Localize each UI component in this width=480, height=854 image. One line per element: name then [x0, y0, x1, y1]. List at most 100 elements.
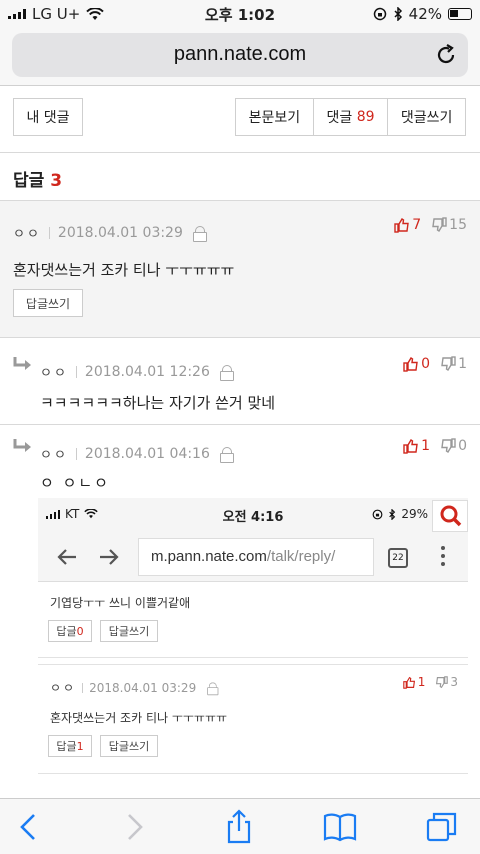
- reply2-meta: ㅇㅇ 2018.04.01 04:16: [40, 444, 234, 463]
- reply2-text: ㅇ ㅇㄴㅇ: [40, 474, 110, 492]
- battery-icon: [448, 8, 472, 20]
- embedded-down-count: 3: [450, 675, 458, 689]
- divider: [0, 152, 480, 153]
- reply1-votes: 0 1: [403, 356, 467, 372]
- embedded-battery: 29%: [401, 507, 428, 521]
- reply1-author[interactable]: ㅇㅇ: [40, 362, 68, 381]
- separator: [75, 365, 77, 378]
- thumbs-up-icon: [403, 439, 418, 454]
- embedded-comment-2: ㅇㅇ 2018.04.01 03:29 1 3 혼자댓쓰는거 조카 티나 ㅜㅜㅠ…: [38, 664, 468, 774]
- search-icon: [440, 505, 462, 527]
- bluetooth-icon: [394, 7, 402, 21]
- embedded-write-button: 답글쓰기: [100, 620, 158, 642]
- address-bar[interactable]: pann.nate.com: [12, 33, 468, 77]
- upvote-button[interactable]: 7: [394, 217, 421, 233]
- upvote-count: 7: [412, 217, 422, 233]
- downvote-count: 0: [458, 438, 467, 454]
- status-bar: LG U+ 오후 1:02 42%: [0, 0, 480, 28]
- thumbs-down-icon: [441, 356, 456, 371]
- tabs-icon[interactable]: [424, 809, 460, 845]
- comment-meta: ㅇㅇ 2018.04.01 03:29: [13, 223, 207, 242]
- forward-icon[interactable]: [117, 809, 153, 845]
- thumbs-down-icon: [441, 438, 456, 453]
- address-url[interactable]: pann.nate.com: [12, 43, 468, 66]
- embedded-meta: ㅇㅇ 2018.04.01 03:29: [50, 679, 219, 696]
- view-post-button[interactable]: 본문보기: [236, 99, 314, 135]
- back-icon[interactable]: [10, 809, 46, 845]
- embedded-reply-label: 답글: [56, 740, 77, 753]
- divider: [0, 424, 480, 425]
- my-comments-button[interactable]: 내 댓글: [13, 98, 83, 136]
- replies-heading: 답글 3: [13, 166, 62, 191]
- reply2-votes: 1 0: [403, 438, 467, 454]
- downvote: 3: [435, 675, 458, 689]
- embedded-comment-text: 기엽당ㅜㅜ 쓰니 이쁠거같애: [50, 596, 191, 610]
- thumbs-up-icon: [402, 676, 415, 689]
- back-arrow-icon: [57, 549, 76, 565]
- more-menu-icon: [441, 546, 445, 568]
- reply-arrow-icon: [13, 357, 31, 370]
- upvote-count: 0: [421, 356, 431, 372]
- embedded-url-host: m.pann.nate.com: [151, 548, 267, 565]
- embedded-url-path: /talk/reply/: [266, 548, 336, 565]
- embedded-date: 2018.04.01 03:29: [89, 680, 197, 695]
- embedded-url: m.pann.nate.com/talk/reply/: [138, 538, 374, 576]
- orientation-lock-icon: [372, 509, 383, 519]
- orientation-lock-icon: [373, 7, 386, 21]
- embedded-write-button: 답글쓰기: [100, 735, 158, 757]
- comment-tab-group: 본문보기 댓글 89 댓글쓰기: [235, 98, 466, 136]
- bookmarks-icon[interactable]: [322, 809, 358, 845]
- embedded-up-count: 1: [417, 675, 426, 689]
- embedded-votes: 1 3: [402, 675, 458, 689]
- lock-icon: [207, 681, 219, 695]
- upvote: 1: [402, 675, 426, 689]
- thumbs-up-icon: [403, 357, 418, 372]
- reply1-text: ㅋㅋㅋㅋㅋㅋ하나는 자기가 쓴거 맞네: [40, 394, 276, 412]
- separator: [82, 682, 84, 693]
- comment-text: 혼자댓쓰는거 조카 티나 ㅜㅜㅠㅠㅠ: [13, 261, 235, 279]
- embedded-reply-button: 답글 0: [48, 620, 92, 642]
- embedded-comment2-text: 혼자댓쓰는거 조카 티나 ㅜㅜㅠㅠㅠ: [50, 711, 228, 725]
- lock-icon: [192, 225, 207, 242]
- thumbs-up-icon: [394, 218, 410, 233]
- lock-icon: [219, 446, 234, 463]
- thumbs-down-icon: [436, 675, 449, 688]
- embedded-reply-count: 1: [76, 739, 84, 753]
- share-icon[interactable]: [221, 809, 257, 845]
- embedded-browser-chrome: m.pann.nate.com/talk/reply/ 22: [38, 532, 468, 582]
- battery-percent: 42%: [408, 5, 442, 23]
- write-comment-button[interactable]: 댓글쓰기: [388, 99, 465, 135]
- separator: [48, 226, 50, 239]
- thumbs-down-icon: [432, 217, 447, 232]
- embedded-status-bar: KT 오전 4:16 29%: [38, 498, 468, 532]
- main-comment: ㅇㅇ 2018.04.01 03:29 7 15 혼자댓쓰는거 조카 티나 ㅜㅜ…: [0, 200, 480, 338]
- write-reply-button[interactable]: 답글쓰기: [13, 289, 83, 317]
- downvote-button[interactable]: 1: [440, 356, 467, 372]
- downvote-count: 1: [458, 356, 467, 372]
- comments-tab-label: 댓글: [326, 110, 353, 126]
- browser-chrome: pann.nate.com: [0, 28, 480, 86]
- embedded-reply-label: 답글: [56, 625, 77, 638]
- downvote-button[interactable]: 0: [440, 438, 467, 454]
- bottom-toolbar: [0, 798, 480, 854]
- embedded-comment: 기엽당ㅜㅜ 쓰니 이쁠거같애 답글 0 답글쓰기: [38, 582, 468, 658]
- reply1-meta: ㅇㅇ 2018.04.01 12:26: [40, 362, 234, 381]
- reply2-author[interactable]: ㅇㅇ: [40, 444, 68, 463]
- comment-author[interactable]: ㅇㅇ: [13, 223, 41, 242]
- upvote-button[interactable]: 1: [403, 438, 430, 454]
- replies-label: 답글: [13, 171, 45, 191]
- downvote-count: 15: [449, 217, 467, 233]
- downvote-button[interactable]: 15: [431, 217, 467, 233]
- embedded-reply-count: 0: [76, 624, 84, 638]
- comments-tab[interactable]: 댓글 89: [314, 99, 389, 135]
- separator: [75, 447, 77, 460]
- tab-count-icon: 22: [388, 548, 408, 568]
- embedded-author: ㅇㅇ: [50, 681, 77, 695]
- comment-date: 2018.04.01 03:29: [57, 224, 183, 241]
- upvote-button[interactable]: 0: [403, 356, 430, 372]
- reload-icon[interactable]: [434, 43, 458, 67]
- lock-icon: [219, 364, 234, 381]
- reply2-date: 2018.04.01 04:16: [84, 445, 210, 462]
- reply1-date: 2018.04.01 12:26: [84, 363, 210, 380]
- embedded-reply-button: 답글 1: [48, 735, 92, 757]
